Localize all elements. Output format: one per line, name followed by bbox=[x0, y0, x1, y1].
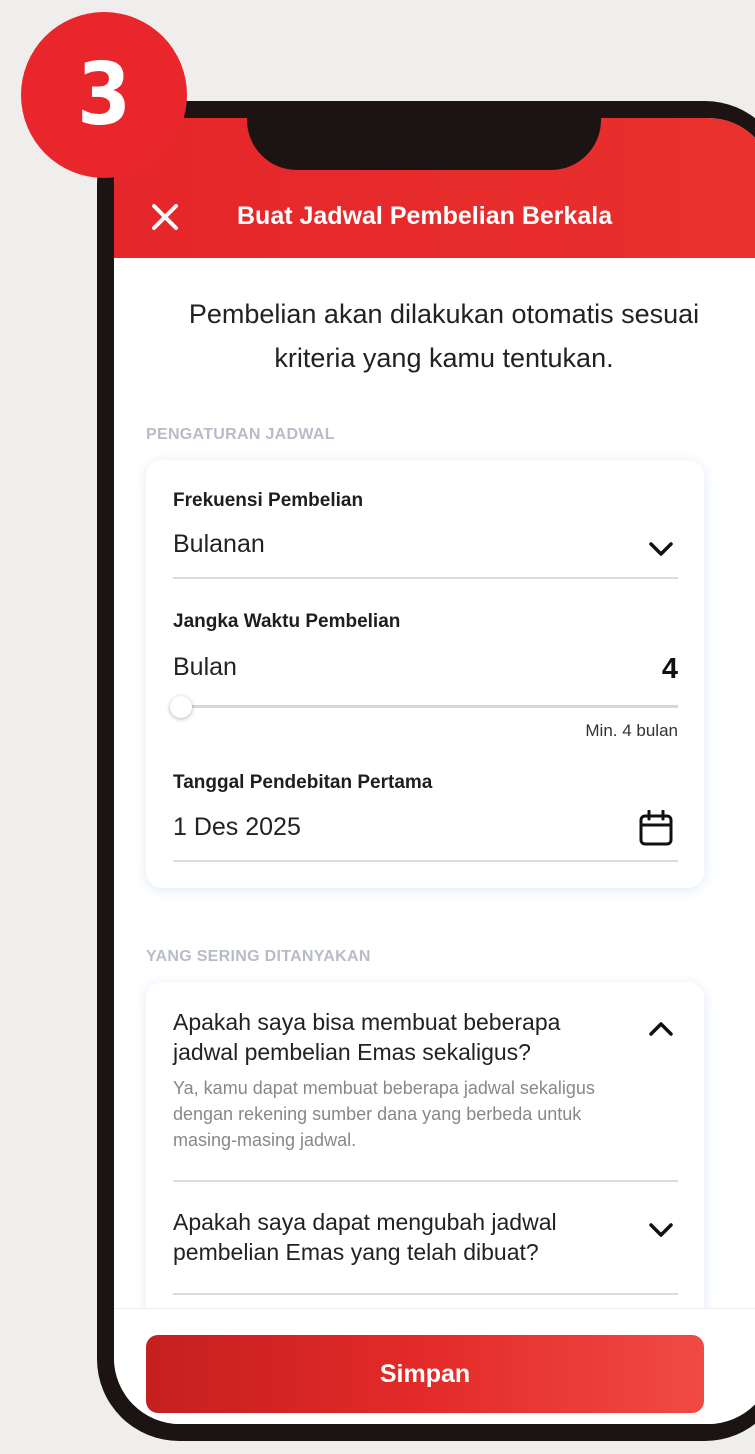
close-icon bbox=[152, 204, 178, 230]
bottom-action-bar: Simpan bbox=[114, 1308, 755, 1424]
first-debit-underline bbox=[173, 860, 678, 862]
close-button[interactable] bbox=[150, 202, 180, 232]
app-screen: Buat Jadwal Pembelian Berkala Pembelian … bbox=[114, 118, 755, 1424]
chevron-down-icon bbox=[648, 1221, 674, 1239]
step-number-badge: 3 bbox=[21, 12, 187, 178]
chevron-up-icon bbox=[648, 1020, 674, 1038]
first-debit-value: 1 Des 2025 bbox=[173, 813, 301, 841]
faq-item[interactable]: Apakah saya dapat mengubah jadwal pembel… bbox=[146, 1182, 704, 1292]
phone-frame: Buat Jadwal Pembelian Berkala Pembelian … bbox=[97, 101, 755, 1441]
duration-slider-thumb[interactable] bbox=[170, 696, 192, 718]
faq-question: Apakah saya dapat mengubah jadwal pembel… bbox=[173, 1209, 557, 1265]
calendar-icon bbox=[639, 810, 673, 846]
faq-question: Apakah saya bisa membuat beberapa jadwal… bbox=[173, 1009, 561, 1065]
schedule-card: Frekuensi Pembelian Bulanan Jangka Waktu… bbox=[146, 460, 704, 888]
frequency-underline bbox=[173, 577, 678, 579]
first-debit-label: Tanggal Pendebitan Pertama bbox=[173, 772, 433, 793]
faq-answer: Ya, kamu dapat membuat beberapa jadwal s… bbox=[173, 1078, 595, 1150]
faq-section-label: YANG SERING DITANYAKAN bbox=[146, 948, 371, 965]
frequency-label: Frekuensi Pembelian bbox=[173, 490, 364, 511]
save-button[interactable]: Simpan bbox=[146, 1335, 704, 1413]
duration-slider[interactable] bbox=[173, 705, 678, 708]
intro-text: Pembelian akan dilakukan otomatis sesuai… bbox=[188, 299, 700, 373]
phone-notch bbox=[247, 118, 601, 170]
frequency-select[interactable]: Bulanan bbox=[146, 520, 704, 580]
faq-item[interactable]: Apakah saya bisa membuat beberapa jadwal… bbox=[146, 982, 704, 1182]
duration-min-label: Min. 4 bulan bbox=[585, 721, 678, 740]
duration-unit: Bulan bbox=[173, 653, 237, 681]
duration-value: 4 bbox=[661, 653, 678, 685]
frequency-value: Bulanan bbox=[173, 530, 265, 558]
chevron-down-icon bbox=[648, 540, 674, 558]
faq-divider bbox=[173, 1293, 678, 1295]
page-title: Buat Jadwal Pembelian Berkala bbox=[237, 202, 613, 230]
duration-label: Jangka Waktu Pembelian bbox=[173, 611, 401, 632]
schedule-section-label: PENGATURAN JADWAL bbox=[146, 426, 335, 443]
first-debit-date-picker[interactable]: 1 Des 2025 bbox=[146, 805, 704, 861]
